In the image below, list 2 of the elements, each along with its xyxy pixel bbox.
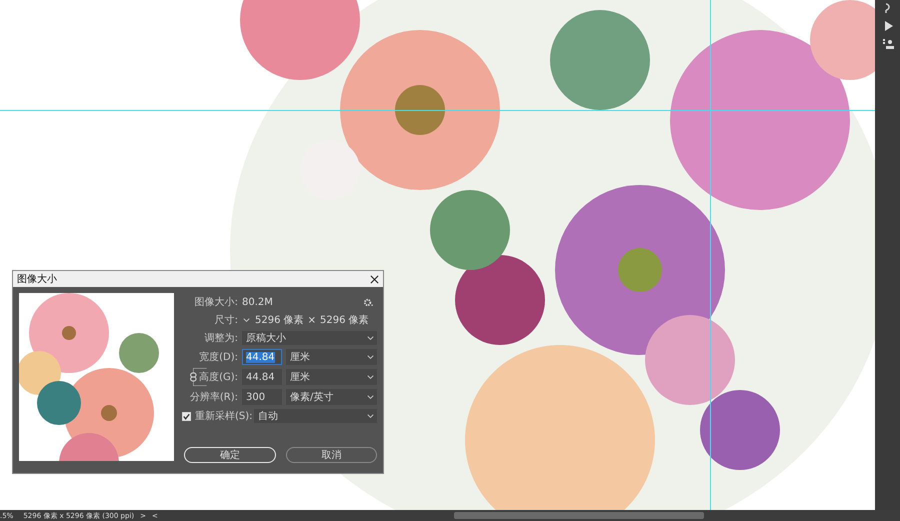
stamp-icon[interactable]: [882, 38, 894, 50]
scrollbar-thumb[interactable]: [454, 512, 704, 519]
